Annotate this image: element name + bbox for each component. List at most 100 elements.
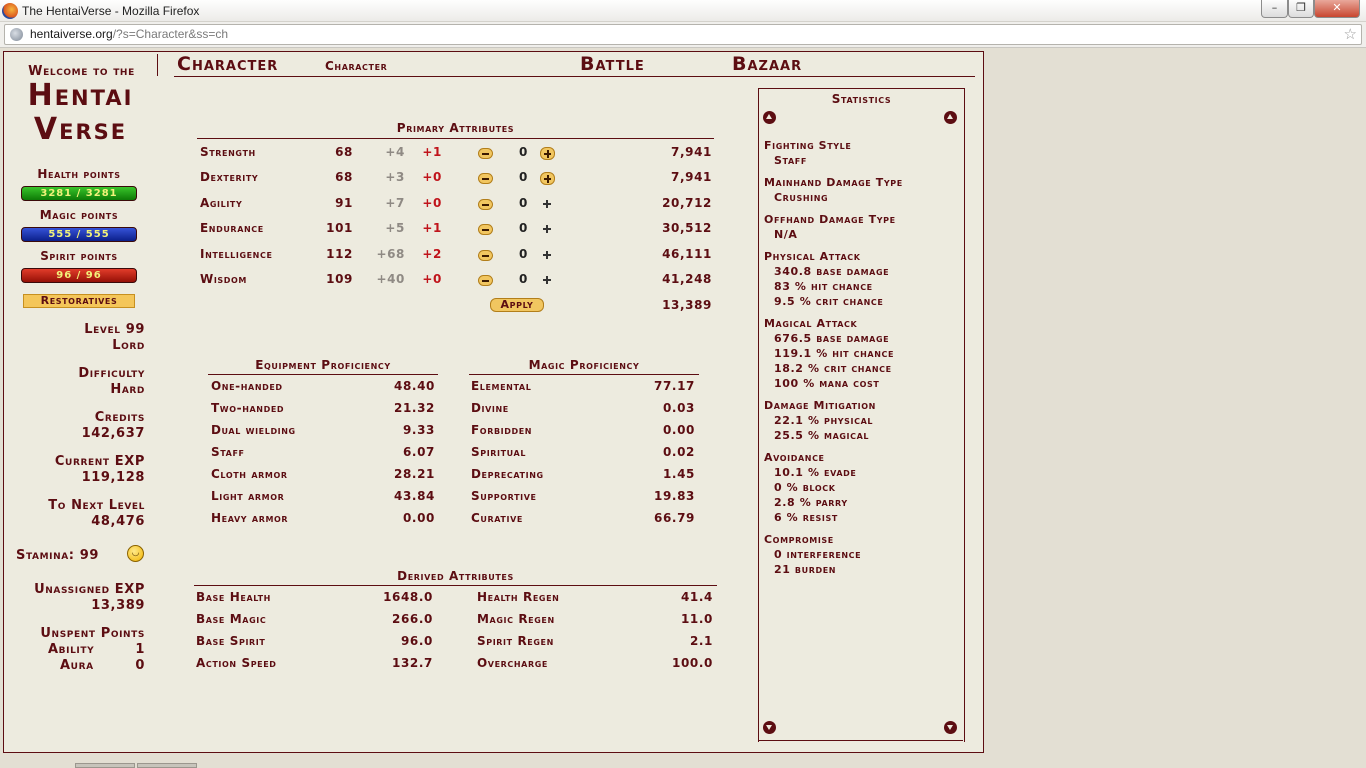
- equip-name: One-handed: [211, 379, 283, 393]
- player-title: Lord: [112, 338, 145, 353]
- stat-heading: Fighting Style: [764, 139, 852, 152]
- magic-bar: 555 / 555: [21, 227, 137, 242]
- window-title: The HentaiVerse - Mozilla Firefox: [22, 4, 200, 18]
- increase-button[interactable]: [540, 172, 555, 185]
- spirit-bar: 96 / 96: [21, 268, 137, 283]
- menu-battle[interactable]: Battle: [580, 53, 645, 75]
- magic-name: Elemental: [471, 379, 532, 393]
- attr-bonus: +40: [376, 272, 405, 286]
- menu-bazaar[interactable]: Bazaar: [732, 53, 802, 75]
- stat-line: 9.5 % crit chance: [774, 295, 884, 308]
- attr-mod: +0: [422, 170, 442, 184]
- decrease-button[interactable]: [478, 250, 493, 261]
- difficulty-value: Hard: [110, 382, 145, 397]
- bookmark-star-icon[interactable]: ☆: [1344, 25, 1357, 43]
- stat-line: Crushing: [774, 191, 829, 204]
- menu-character[interactable]: Character: [177, 53, 278, 75]
- attr-mod: +0: [422, 196, 442, 210]
- scroll-down-icon[interactable]: [763, 721, 776, 734]
- menu-underline: [174, 76, 975, 77]
- attr-assign: 0: [519, 221, 528, 235]
- difficulty-label: Difficulty: [78, 366, 145, 381]
- url-text: hentaiverse.org/?s=Character&ss=ch: [30, 27, 228, 41]
- stat-line: 119.1 % hit chance: [774, 347, 895, 360]
- level-text: Level 99: [84, 322, 145, 337]
- stamina-smiley-icon: ◡: [127, 545, 144, 562]
- attr-mod: +2: [422, 247, 442, 261]
- firefox-icon: [2, 3, 18, 19]
- decrease-button[interactable]: [478, 148, 493, 159]
- taskbar-tab[interactable]: [75, 763, 135, 768]
- logo-hentai: Hentai: [27, 78, 134, 113]
- equip-value: 28.21: [394, 467, 435, 481]
- left-panel-divider: [157, 54, 158, 76]
- statistics-panel-bottom: [758, 740, 963, 741]
- increase-button-disabled[interactable]: [541, 223, 553, 235]
- url-host: hentaiverse.org: [30, 27, 113, 41]
- decrease-button[interactable]: [478, 173, 493, 184]
- scroll-up-icon[interactable]: [763, 111, 776, 124]
- stat-heading: Compromise: [764, 533, 834, 546]
- derived-value: 2.1: [689, 634, 713, 648]
- stat-line: 22.1 % physical: [774, 414, 874, 427]
- magic-value: 0.02: [662, 445, 695, 459]
- attr-cost: 7,941: [671, 145, 712, 159]
- logo-verse: Verse: [33, 112, 128, 147]
- maximize-button[interactable]: ❐: [1288, 0, 1314, 18]
- taskbar-tab[interactable]: [137, 763, 197, 768]
- scroll-up-icon[interactable]: [944, 111, 957, 124]
- close-button[interactable]: ✕: [1314, 0, 1360, 18]
- equip-value: 0.00: [402, 511, 435, 525]
- attr-mod: +1: [422, 145, 442, 159]
- attr-base: 112: [326, 247, 353, 261]
- derived-value: 1648.0: [383, 590, 433, 604]
- decrease-button[interactable]: [478, 199, 493, 210]
- stat-line: 0 interference: [774, 548, 862, 561]
- attr-cost: 46,111: [662, 247, 712, 261]
- magic-proficiency-header: Magic Proficiency: [528, 358, 640, 372]
- url-path: /?s=Character&ss=ch: [112, 27, 229, 41]
- magic-value: 77.17: [654, 379, 695, 393]
- minimize-button[interactable]: –: [1261, 0, 1288, 18]
- stamina-text: Stamina: 99: [16, 548, 99, 563]
- derived-name: Base Magic: [196, 612, 267, 626]
- decrease-button[interactable]: [478, 275, 493, 286]
- equip-name: Heavy armor: [211, 511, 289, 525]
- scroll-down-icon[interactable]: [944, 721, 957, 734]
- attr-name: Agility: [200, 196, 243, 210]
- ability-value: 1: [135, 642, 145, 657]
- attr-assign: 0: [519, 196, 528, 210]
- increase-button[interactable]: [540, 147, 555, 160]
- increase-button-disabled[interactable]: [541, 249, 553, 261]
- magic-value: 66.79: [654, 511, 695, 525]
- derived-name: Overcharge: [477, 656, 548, 670]
- derived-value: 266.0: [392, 612, 433, 626]
- derived-header-line: [194, 585, 717, 586]
- stat-line: 676.5 base damage: [774, 332, 890, 345]
- increase-button-disabled[interactable]: [541, 274, 553, 286]
- increase-button-disabled[interactable]: [541, 198, 553, 210]
- primary-header-line: [197, 138, 714, 139]
- attr-assign: 0: [519, 272, 528, 286]
- attr-name: Strength: [200, 145, 256, 159]
- apply-button[interactable]: Apply: [490, 298, 544, 312]
- restoratives-button[interactable]: Restoratives: [23, 294, 135, 308]
- attr-base: 68: [335, 145, 353, 159]
- stat-line: 25.5 % magical: [774, 429, 870, 442]
- derived-name: Health Regen: [477, 590, 560, 604]
- derived-name: Magic Regen: [477, 612, 555, 626]
- attr-mod: +1: [422, 221, 442, 235]
- magic-name: Divine: [471, 401, 509, 415]
- logo-welcome: Welcome to the: [28, 64, 135, 79]
- attr-cost: 20,712: [662, 196, 712, 210]
- stat-line: 0 % block: [774, 481, 836, 494]
- stat-line: 2.8 % parry: [774, 496, 848, 509]
- stat-line: 18.2 % crit chance: [774, 362, 892, 375]
- stat-line: 21 burden: [774, 563, 837, 576]
- equipment-header-line: [208, 374, 438, 375]
- url-bar[interactable]: hentaiverse.org/?s=Character&ss=ch ☆: [4, 24, 1362, 45]
- decrease-button[interactable]: [478, 224, 493, 235]
- derived-name: Base Health: [196, 590, 271, 604]
- unassigned-exp-label: Unassigned EXP: [34, 582, 145, 597]
- submenu-character[interactable]: Character: [325, 59, 387, 73]
